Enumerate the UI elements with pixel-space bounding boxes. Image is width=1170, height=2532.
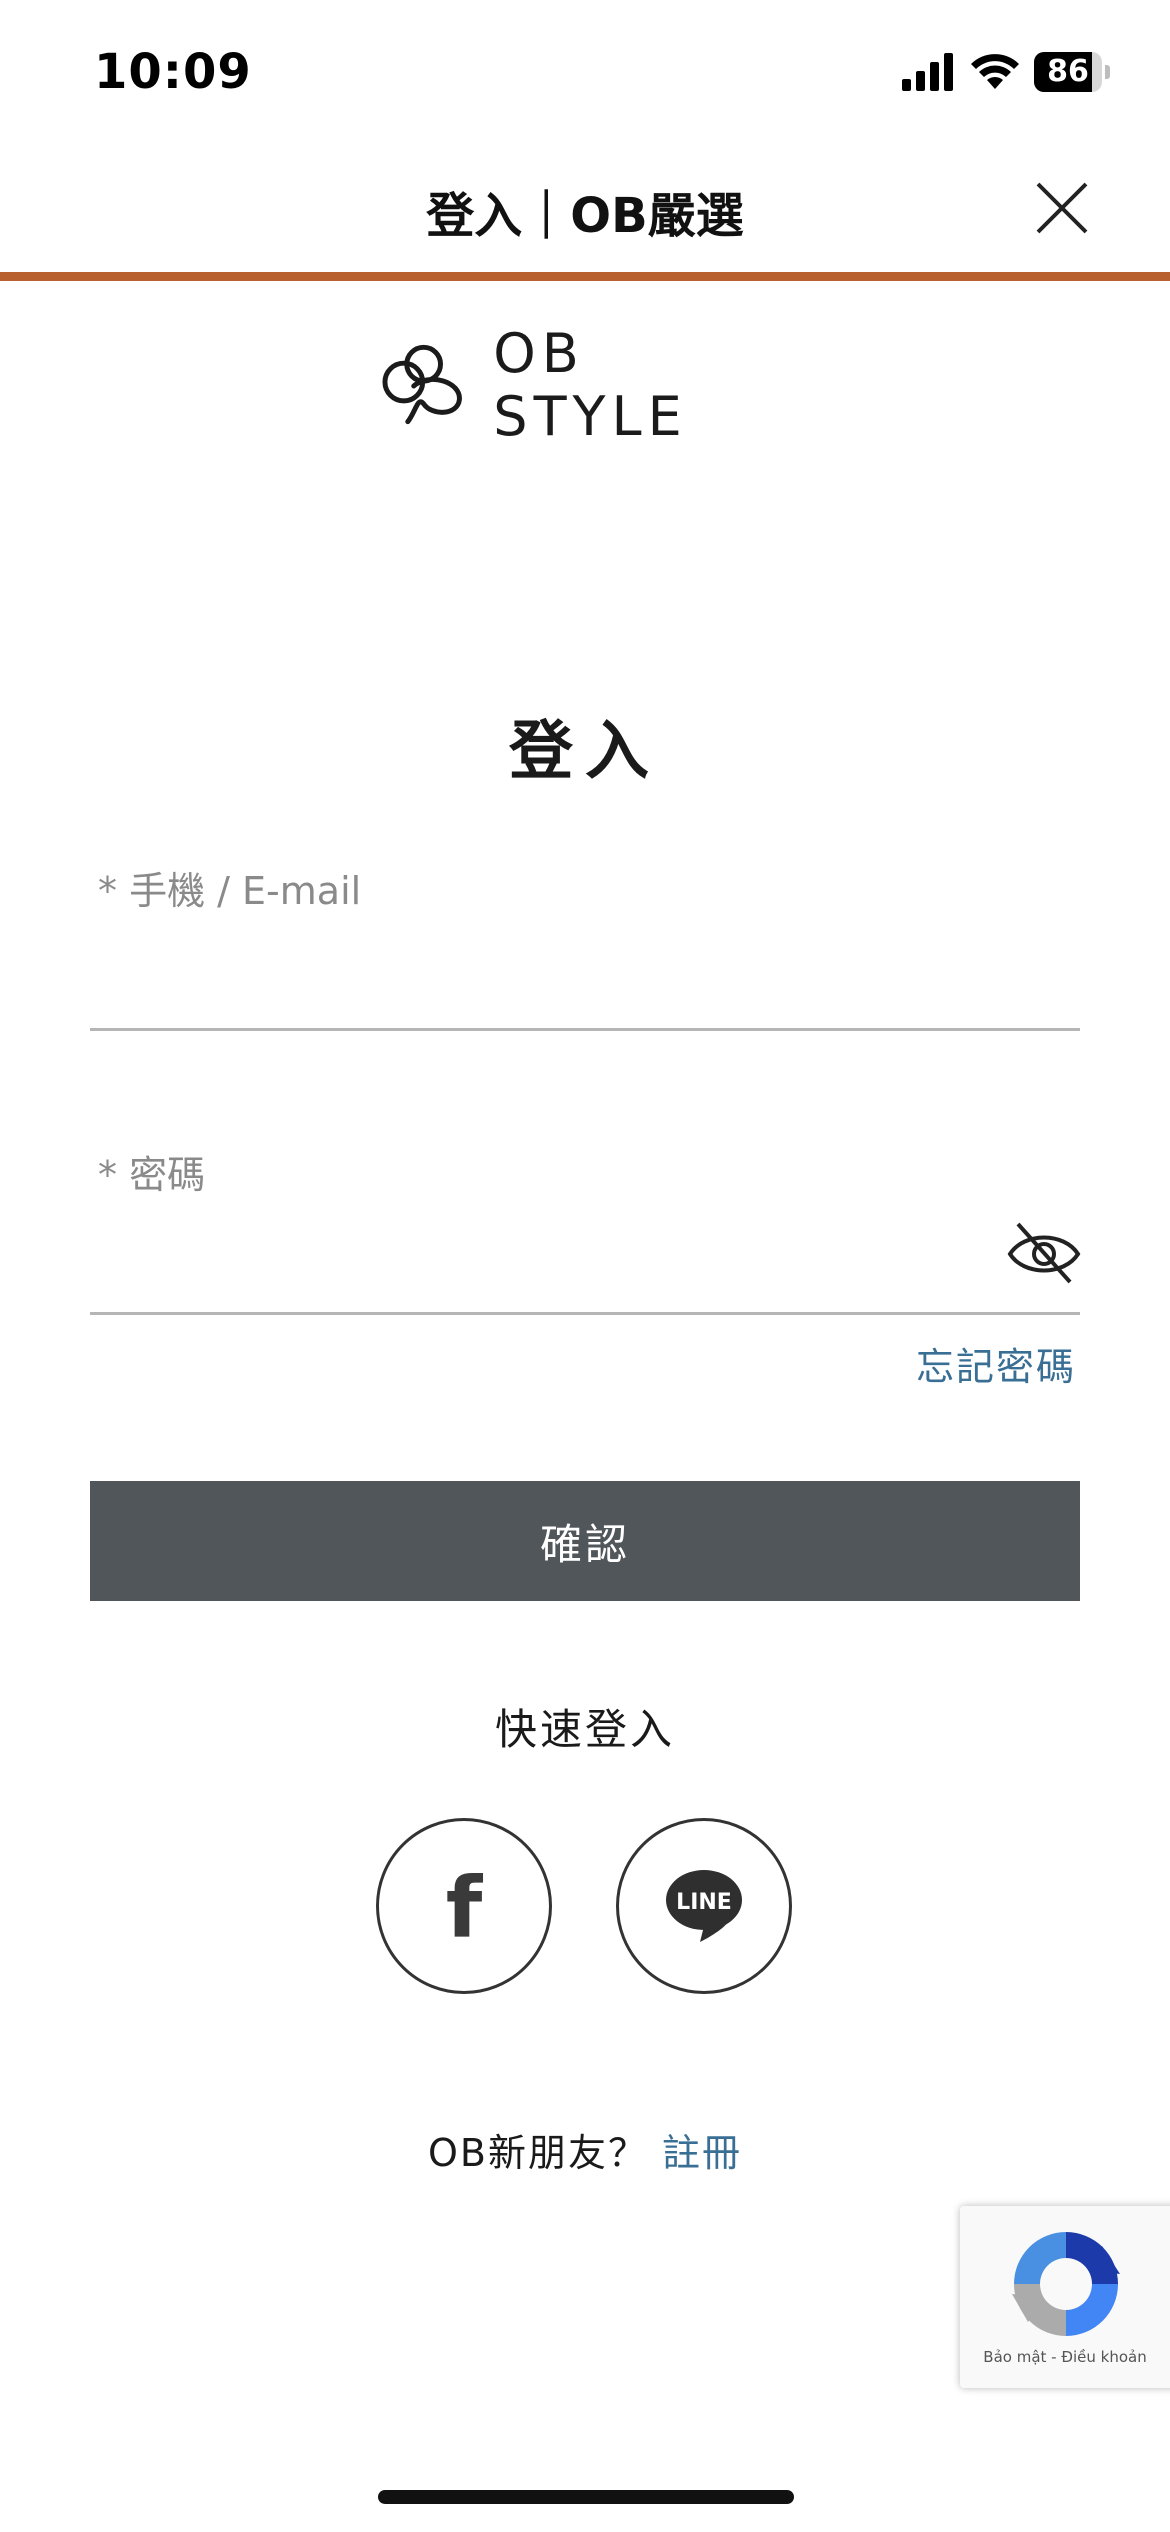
password-field-label: * 密碼 bbox=[98, 1153, 206, 1197]
register-prompt: OB新朋友？ bbox=[428, 2131, 648, 2175]
line-icon-text: LINE bbox=[676, 1890, 732, 1915]
recaptcha-badge[interactable]: Bảo mật - Điều khoản bbox=[960, 2206, 1170, 2388]
eye-off-icon[interactable] bbox=[1006, 1220, 1082, 1286]
status-icons: 86 bbox=[902, 52, 1110, 92]
brand-logo: OB STYLE bbox=[380, 322, 800, 448]
home-indicator[interactable] bbox=[378, 2490, 794, 2504]
page-title: 登入｜OB嚴選 bbox=[426, 188, 744, 244]
forgot-password-link[interactable]: 忘記密碼 bbox=[916, 1336, 1076, 1391]
status-bar: 10:09 86 bbox=[0, 0, 1170, 140]
account-field-label: * 手機 / E-mail bbox=[98, 869, 362, 913]
recaptcha-terms[interactable]: Bảo mật - Điều khoản bbox=[960, 2348, 1170, 2366]
close-icon[interactable] bbox=[1032, 178, 1092, 238]
ob-style-logo-mark-icon bbox=[382, 344, 462, 425]
password-input[interactable] bbox=[90, 1232, 1080, 1315]
wifi-icon bbox=[971, 54, 1019, 89]
confirm-button[interactable]: 確認 bbox=[90, 1481, 1080, 1601]
line-icon: LINE bbox=[666, 1870, 742, 1942]
modal-header: 登入｜OB嚴選 bbox=[0, 140, 1170, 276]
login-heading: 登入 bbox=[509, 715, 661, 789]
line-login-button[interactable]: LINE bbox=[616, 1818, 792, 1994]
battery-cap bbox=[1105, 65, 1110, 79]
facebook-icon: f bbox=[445, 1859, 483, 1957]
header-accent-divider bbox=[0, 272, 1170, 281]
quick-login-label: 快速登入 bbox=[494, 1705, 675, 1754]
facebook-login-button[interactable]: f bbox=[376, 1818, 552, 1994]
register-row: OB新朋友？ 註冊 bbox=[0, 2122, 1170, 2177]
brand-name: OB STYLE bbox=[493, 322, 688, 448]
battery-level: 86 bbox=[1047, 54, 1089, 89]
status-time: 10:09 bbox=[94, 44, 252, 100]
register-link[interactable]: 註冊 bbox=[662, 2131, 742, 2175]
signal-icon bbox=[902, 53, 953, 91]
battery-icon: 86 bbox=[1034, 52, 1110, 92]
account-input[interactable] bbox=[90, 948, 1080, 1031]
recaptcha-logo-icon bbox=[1012, 2232, 1120, 2336]
